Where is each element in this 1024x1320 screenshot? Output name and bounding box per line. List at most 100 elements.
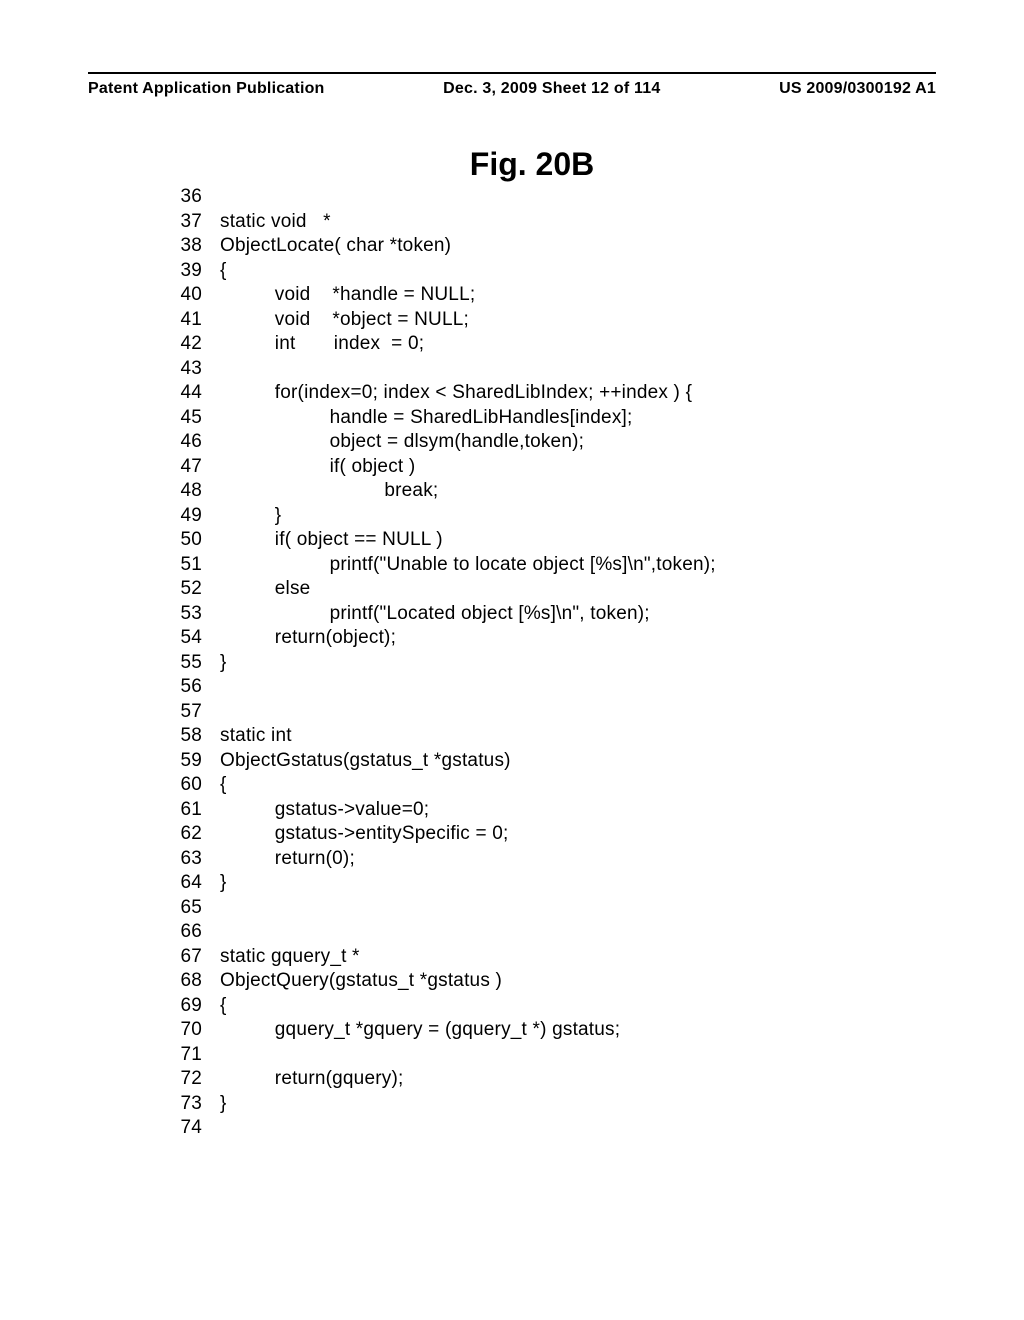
code-text: object = dlsym(handle,token);	[202, 432, 584, 451]
code-text: gstatus->value=0;	[202, 800, 429, 819]
line-number: 50	[158, 530, 202, 549]
line-number: 48	[158, 481, 202, 500]
code-text: {	[202, 775, 227, 794]
line-number: 68	[158, 971, 202, 990]
line-number: 41	[158, 310, 202, 329]
line-number: 74	[158, 1118, 202, 1137]
code-text: break;	[202, 481, 438, 500]
code-line: 59ObjectGstatus(gstatus_t *gstatus)	[158, 751, 936, 770]
code-text: }	[202, 873, 227, 892]
line-number: 49	[158, 506, 202, 525]
code-line: 62 gstatus->entitySpecific = 0;	[158, 824, 936, 843]
header-row: Patent Application Publication Dec. 3, 2…	[88, 80, 936, 98]
line-number: 71	[158, 1045, 202, 1064]
line-number: 47	[158, 457, 202, 476]
code-text: return(object);	[202, 628, 396, 647]
code-line: 72 return(gquery);	[158, 1069, 936, 1088]
code-line: 57	[158, 702, 936, 721]
line-number: 39	[158, 261, 202, 280]
code-text: void *object = NULL;	[202, 310, 469, 329]
code-line: 52 else	[158, 579, 936, 598]
code-text: static void *	[202, 212, 331, 231]
code-line: 70 gquery_t *gquery = (gquery_t *) gstat…	[158, 1020, 936, 1039]
code-line: 37static void *	[158, 212, 936, 231]
header-right: US 2009/0300192 A1	[779, 80, 936, 98]
line-number: 67	[158, 947, 202, 966]
code-line: 38ObjectLocate( char *token)	[158, 236, 936, 255]
code-text: static int	[202, 726, 292, 745]
code-text: }	[202, 1094, 227, 1113]
code-line: 54 return(object);	[158, 628, 936, 647]
line-number: 44	[158, 383, 202, 402]
code-line: 42 int index = 0;	[158, 334, 936, 353]
code-text: ObjectGstatus(gstatus_t *gstatus)	[202, 751, 511, 770]
line-number: 63	[158, 849, 202, 868]
code-text: {	[202, 261, 227, 280]
line-number: 46	[158, 432, 202, 451]
code-line: 61 gstatus->value=0;	[158, 800, 936, 819]
line-number: 62	[158, 824, 202, 843]
code-text: handle = SharedLibHandles[index];	[202, 408, 632, 427]
code-line: 53 printf("Located object [%s]\n", token…	[158, 604, 936, 623]
line-number: 40	[158, 285, 202, 304]
line-number: 43	[158, 359, 202, 378]
line-number: 51	[158, 555, 202, 574]
code-line: 56	[158, 677, 936, 696]
code-line: 49 }	[158, 506, 936, 525]
code-text: if( object == NULL )	[202, 530, 443, 549]
code-line: 43	[158, 359, 936, 378]
code-line: 74	[158, 1118, 936, 1137]
figure-title: Fig. 20B	[128, 146, 936, 183]
line-number: 64	[158, 873, 202, 892]
code-line: 40 void *handle = NULL;	[158, 285, 936, 304]
line-number: 53	[158, 604, 202, 623]
line-number: 72	[158, 1069, 202, 1088]
code-text: gstatus->entitySpecific = 0;	[202, 824, 509, 843]
code-text: ObjectLocate( char *token)	[202, 236, 451, 255]
code-line: 41 void *object = NULL;	[158, 310, 936, 329]
line-number: 59	[158, 751, 202, 770]
code-text: ObjectQuery(gstatus_t *gstatus )	[202, 971, 502, 990]
code-listing: 3637static void *38ObjectLocate( char *t…	[158, 187, 936, 1137]
line-number: 70	[158, 1020, 202, 1039]
code-line: 63 return(0);	[158, 849, 936, 868]
code-text: printf("Unable to locate object [%s]\n",…	[202, 555, 716, 574]
line-number: 57	[158, 702, 202, 721]
code-line: 47 if( object )	[158, 457, 936, 476]
header-left: Patent Application Publication	[88, 80, 325, 98]
code-line: 68ObjectQuery(gstatus_t *gstatus )	[158, 971, 936, 990]
code-text: }	[202, 653, 227, 672]
code-line: 55}	[158, 653, 936, 672]
line-number: 36	[158, 187, 202, 206]
code-line: 44 for(index=0; index < SharedLibIndex; …	[158, 383, 936, 402]
code-line: 66	[158, 922, 936, 941]
line-number: 55	[158, 653, 202, 672]
line-number: 45	[158, 408, 202, 427]
code-line: 67static gquery_t *	[158, 947, 936, 966]
code-line: 64}	[158, 873, 936, 892]
line-number: 52	[158, 579, 202, 598]
code-line: 71	[158, 1045, 936, 1064]
code-text: int index = 0;	[202, 334, 424, 353]
line-number: 42	[158, 334, 202, 353]
code-line: 39{	[158, 261, 936, 280]
code-text: static gquery_t *	[202, 947, 360, 966]
line-number: 58	[158, 726, 202, 745]
code-line: 36	[158, 187, 936, 206]
line-number: 73	[158, 1094, 202, 1113]
code-line: 73}	[158, 1094, 936, 1113]
code-line: 51 printf("Unable to locate object [%s]\…	[158, 555, 936, 574]
code-text: }	[202, 506, 281, 525]
code-text: {	[202, 996, 227, 1015]
code-text: void *handle = NULL;	[202, 285, 475, 304]
code-text: return(0);	[202, 849, 355, 868]
line-number: 38	[158, 236, 202, 255]
line-number: 37	[158, 212, 202, 231]
code-line: 50 if( object == NULL )	[158, 530, 936, 549]
line-number: 56	[158, 677, 202, 696]
code-text: printf("Located object [%s]\n", token);	[202, 604, 650, 623]
line-number: 65	[158, 898, 202, 917]
line-number: 61	[158, 800, 202, 819]
code-line: 45 handle = SharedLibHandles[index];	[158, 408, 936, 427]
header-rule	[88, 72, 936, 74]
